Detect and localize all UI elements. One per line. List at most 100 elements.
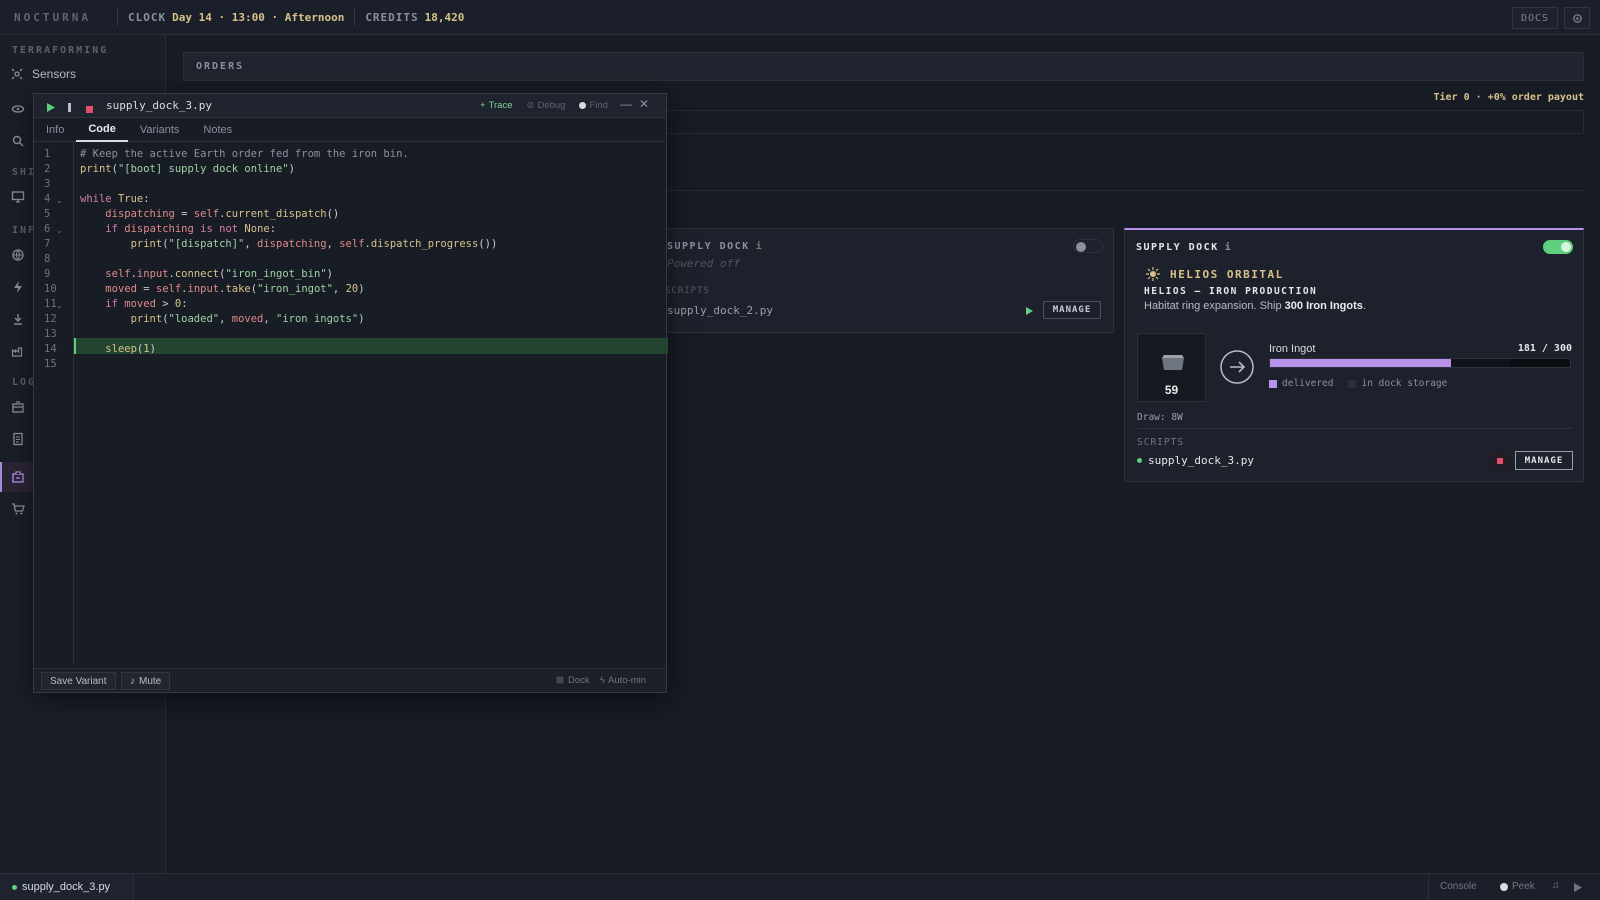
- top-bar: NOCTURNA CLOCK Day 14 · 13:00 · Afternoo…: [0, 0, 1600, 35]
- fold-chevron[interactable]: ⌄: [56, 196, 63, 205]
- stop-script-button[interactable]: [1491, 452, 1509, 470]
- tab-code[interactable]: Code: [76, 118, 128, 142]
- console-button[interactable]: Console: [1440, 881, 1477, 892]
- sidebar-item-eye[interactable]: [9, 100, 27, 118]
- dock-button[interactable]: ⊞ Dock: [556, 675, 590, 686]
- line-number: 9: [44, 268, 51, 280]
- minimize-icon: —: [620, 97, 632, 111]
- draw-readout: Draw: 8W: [1137, 412, 1183, 423]
- find-toggle[interactable]: Find: [579, 100, 608, 111]
- minimize-button[interactable]: —: [620, 97, 632, 111]
- dock-title: SUPPLY DOCK i: [1136, 242, 1233, 253]
- close-button[interactable]: ✕: [639, 97, 649, 111]
- save-variant-button[interactable]: Save Variant: [41, 672, 116, 690]
- manage-button[interactable]: MANAGE: [1515, 451, 1573, 470]
- dock-icon: [12, 471, 24, 483]
- mute-button[interactable]: ♪ Mute: [121, 672, 171, 690]
- stop-icon: [86, 106, 93, 113]
- stop-icon: [1497, 458, 1503, 464]
- scripts-label: SCRIPTS: [665, 286, 710, 296]
- item-count: 59: [1164, 383, 1179, 397]
- credits-value: 18,420: [424, 10, 465, 24]
- taskbar-script-tab[interactable]: supply_dock_3.py: [0, 874, 134, 900]
- manage-button[interactable]: MANAGE: [1043, 301, 1101, 319]
- sidebar-item-supply-dock[interactable]: [9, 468, 27, 486]
- script-row: supply_dock_3.py: [1137, 454, 1254, 467]
- peek-button[interactable]: Peek: [1500, 881, 1535, 892]
- sidebar-item-box[interactable]: [9, 398, 27, 416]
- code-line: print("[boot] supply dock online"): [80, 163, 295, 175]
- progress-empty: [1510, 359, 1570, 367]
- editor-footer: Save Variant ♪ Mute ⊞ Dock ϟ Auto-min: [34, 668, 666, 692]
- fold-chevron[interactable]: ⌄: [56, 226, 63, 235]
- auto-min-button[interactable]: ϟ Auto-min: [600, 675, 646, 686]
- tab-info[interactable]: Info: [34, 118, 76, 142]
- code-line: dispatching = self.current_dispatch(): [105, 208, 340, 220]
- code-line: print("[dispatch]", dispatching, self.di…: [130, 238, 498, 250]
- code-line: sleep(1): [105, 343, 156, 355]
- code-line: if moved > 0:: [105, 298, 188, 310]
- music-icon: ♫: [1552, 880, 1560, 891]
- line-number: 12: [44, 313, 57, 325]
- sun-icon: [1146, 267, 1160, 281]
- progress-bar: [1269, 358, 1571, 368]
- settings-button[interactable]: [1564, 7, 1590, 29]
- pause-icon: [68, 103, 71, 112]
- line-number: 7: [44, 238, 51, 250]
- cart-icon: [12, 503, 25, 515]
- download-icon: [14, 314, 22, 325]
- power-status: Powered off: [667, 257, 740, 270]
- sidebar-item-download[interactable]: [9, 310, 27, 328]
- sidebar-item-power[interactable]: [9, 278, 27, 296]
- fold-chevron[interactable]: ⌄: [56, 301, 63, 310]
- orders-title: ORDERS: [196, 61, 245, 72]
- legend-swatch-delivered: [1269, 379, 1277, 388]
- close-icon: ✕: [639, 97, 650, 111]
- play-button[interactable]: [1574, 881, 1582, 895]
- gear-icon: [1572, 13, 1582, 23]
- tier-readout: Tier 0 · +0% order payout: [1433, 92, 1584, 103]
- code-line: # Keep the active Earth order fed from t…: [80, 148, 409, 160]
- line-number: 3: [44, 178, 51, 190]
- code-line: self.input.connect("iron_ingot_bin"): [105, 268, 333, 280]
- code-line: while True:: [80, 193, 150, 205]
- bottom-bar: supply_dock_3.py Console Peek ♫: [0, 873, 1600, 900]
- sidebar-item-monitor[interactable]: [9, 188, 27, 206]
- tab-notes[interactable]: Notes: [191, 118, 244, 142]
- play-icon: [47, 103, 55, 112]
- play-icon: [1574, 883, 1582, 892]
- progress-text: 181 / 300: [1517, 343, 1572, 354]
- stop-button[interactable]: [86, 102, 93, 116]
- clock-readout: CLOCK Day 14 · 13:00 · Afternoon: [128, 11, 344, 24]
- run-button[interactable]: [47, 101, 55, 115]
- line-number: 8: [44, 253, 51, 265]
- arrow-right-icon: [1220, 350, 1254, 384]
- sidebar-item-search[interactable]: [9, 132, 27, 150]
- divider: [666, 190, 1584, 191]
- sidebar-item-factory[interactable]: [9, 342, 27, 360]
- code-line: if dispatching is not None:: [105, 223, 277, 235]
- dock-title: SUPPLY DOCK i: [667, 241, 764, 252]
- power-toggle[interactable]: [1543, 240, 1573, 254]
- line-number: 5: [44, 208, 51, 220]
- debug-toggle[interactable]: ⊘ Debug: [527, 100, 566, 111]
- pause-button[interactable]: [67, 101, 73, 115]
- sidebar-item-globe[interactable]: [9, 246, 27, 264]
- power-toggle[interactable]: [1073, 239, 1103, 253]
- order-row-frame: [666, 110, 1584, 134]
- lightning-icon: ϟ: [600, 675, 606, 686]
- sidebar-item-sensors[interactable]: Sensors: [10, 67, 76, 81]
- sidebar-item-shop[interactable]: [9, 500, 27, 518]
- line-number: 14: [44, 343, 57, 355]
- script-name: supply_dock_3.py: [1148, 454, 1254, 467]
- item-slot[interactable]: 59: [1137, 333, 1206, 402]
- tab-variants[interactable]: Variants: [128, 118, 192, 142]
- trace-toggle[interactable]: + Trace: [480, 100, 513, 111]
- run-script-button[interactable]: [1025, 305, 1034, 319]
- running-indicator: [1137, 458, 1142, 463]
- editor-filename: supply_dock_3.py: [106, 99, 212, 112]
- docs-button[interactable]: DOCS: [1512, 7, 1558, 29]
- sidebar-item-document[interactable]: [9, 430, 27, 448]
- sound-button[interactable]: ♫: [1552, 880, 1560, 891]
- sensors-icon: [11, 68, 23, 80]
